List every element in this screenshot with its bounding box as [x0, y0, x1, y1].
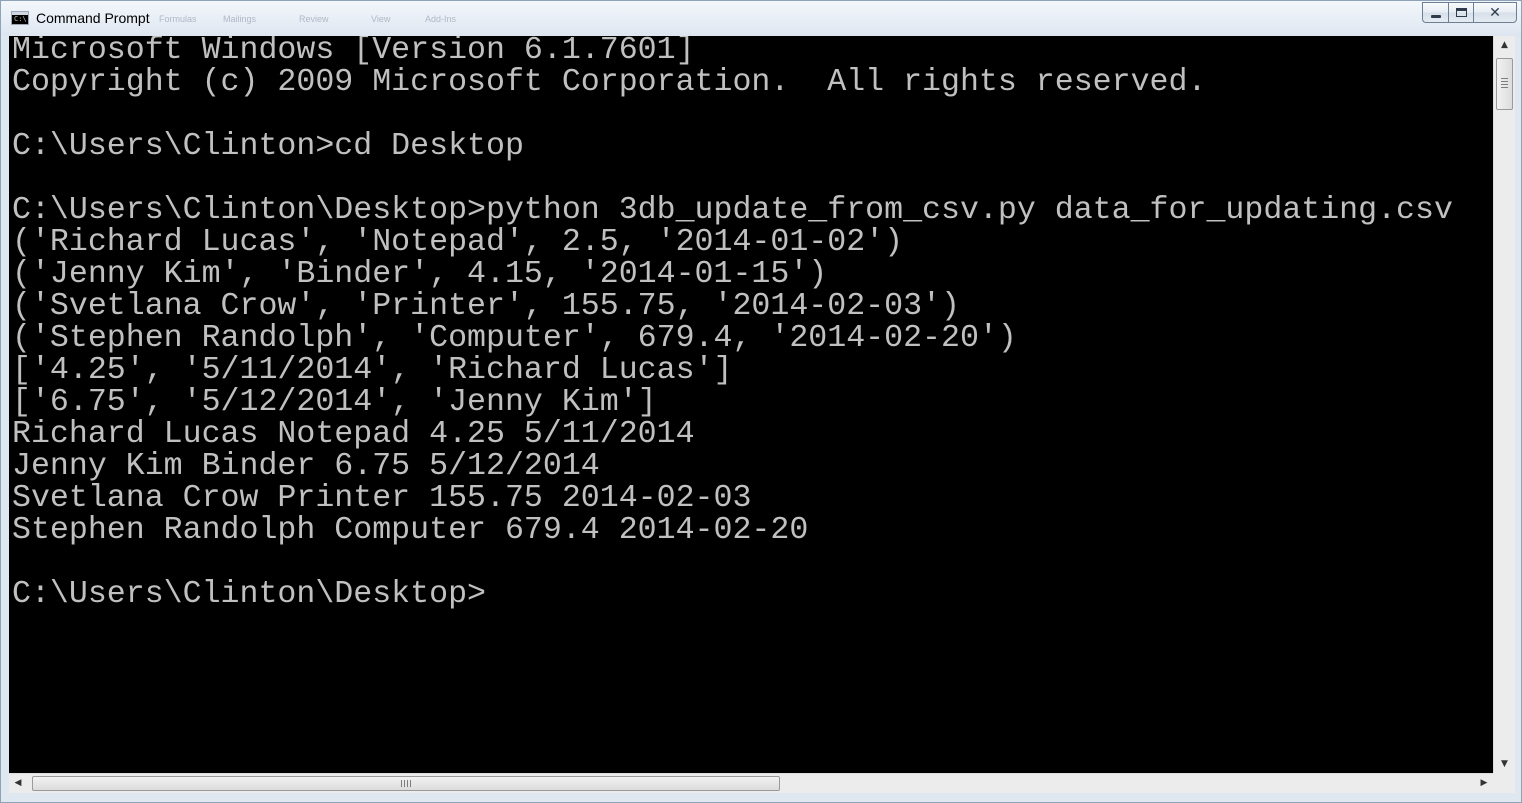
console-line: ['4.25', '5/11/2014', 'Richard Lucas']: [12, 353, 733, 388]
scroll-right-arrow-icon[interactable]: ▶: [1475, 774, 1493, 793]
maximize-icon: [1456, 8, 1467, 17]
console-line: C:\Users\Clinton>cd Desktop: [12, 129, 524, 164]
console-line: Jenny Kim Binder 6.75 5/12/2014: [12, 449, 600, 484]
close-button[interactable]: ✕: [1473, 2, 1517, 23]
console-line: ('Stephen Randolph', 'Computer', 679.4, …: [12, 321, 1017, 356]
window-title: Command Prompt: [36, 10, 150, 26]
ghost-tab-formulas: Formulas: [159, 14, 197, 24]
console-line: ('Richard Lucas', 'Notepad', 2.5, '2014-…: [12, 225, 904, 260]
command-prompt-window: C:\ Command Prompt Formulas Mailings Rev…: [0, 0, 1522, 803]
console-line: ('Jenny Kim', 'Binder', 4.15, '2014-01-1…: [12, 257, 828, 292]
console-line: Richard Lucas Notepad 4.25 5/11/2014: [12, 417, 695, 452]
cmd-icon[interactable]: C:\: [11, 11, 29, 25]
console-line: Copyright (c) 2009 Microsoft Corporation…: [12, 65, 1207, 100]
ghost-tab-add-ins: Add-Ins: [425, 14, 457, 24]
ghost-tab-review: Review: [299, 14, 329, 24]
console-line: Stephen Randolph Computer 679.4 2014-02-…: [12, 513, 809, 548]
scroll-down-arrow-icon[interactable]: ▼: [1494, 755, 1515, 773]
console-line: C:\Users\Clinton\Desktop>: [12, 577, 486, 612]
vertical-scroll-thumb[interactable]: [1496, 58, 1513, 110]
console-line: ('Svetlana Crow', 'Printer', 155.75, '20…: [12, 289, 960, 324]
ghost-tab-mailings: Mailings: [223, 14, 257, 24]
console-line: C:\Users\Clinton\Desktop>python 3db_upda…: [12, 193, 1453, 228]
console-line: ['6.75', '5/12/2014', 'Jenny Kim']: [12, 385, 657, 420]
close-icon: ✕: [1489, 5, 1501, 21]
caption-buttons: ✕: [1422, 2, 1517, 23]
horizontal-scrollbar[interactable]: ◀ ▶: [9, 773, 1493, 793]
console-line: Svetlana Crow Printer 155.75 2014-02-03: [12, 481, 752, 516]
console-line: Microsoft Windows [Version 6.1.7601]: [12, 36, 695, 68]
vertical-scrollbar[interactable]: ▲ ▼: [1493, 36, 1515, 773]
scroll-left-arrow-icon[interactable]: ◀: [9, 774, 27, 793]
console-output-area[interactable]: Microsoft Windows [Version 6.1.7601] Cop…: [9, 36, 1493, 773]
scroll-up-arrow-icon[interactable]: ▲: [1494, 36, 1515, 54]
ghost-tab-view: View: [371, 14, 391, 24]
title-bar[interactable]: C:\ Command Prompt Formulas Mailings Rev…: [1, 1, 1521, 36]
minimize-button[interactable]: [1422, 2, 1448, 23]
horizontal-scroll-thumb[interactable]: [32, 776, 780, 791]
maximize-button[interactable]: [1448, 2, 1473, 23]
scrollbar-corner: [1493, 773, 1515, 793]
console-text: Microsoft Windows [Version 6.1.7601] Cop…: [12, 36, 1453, 611]
minimize-icon: [1431, 15, 1441, 18]
